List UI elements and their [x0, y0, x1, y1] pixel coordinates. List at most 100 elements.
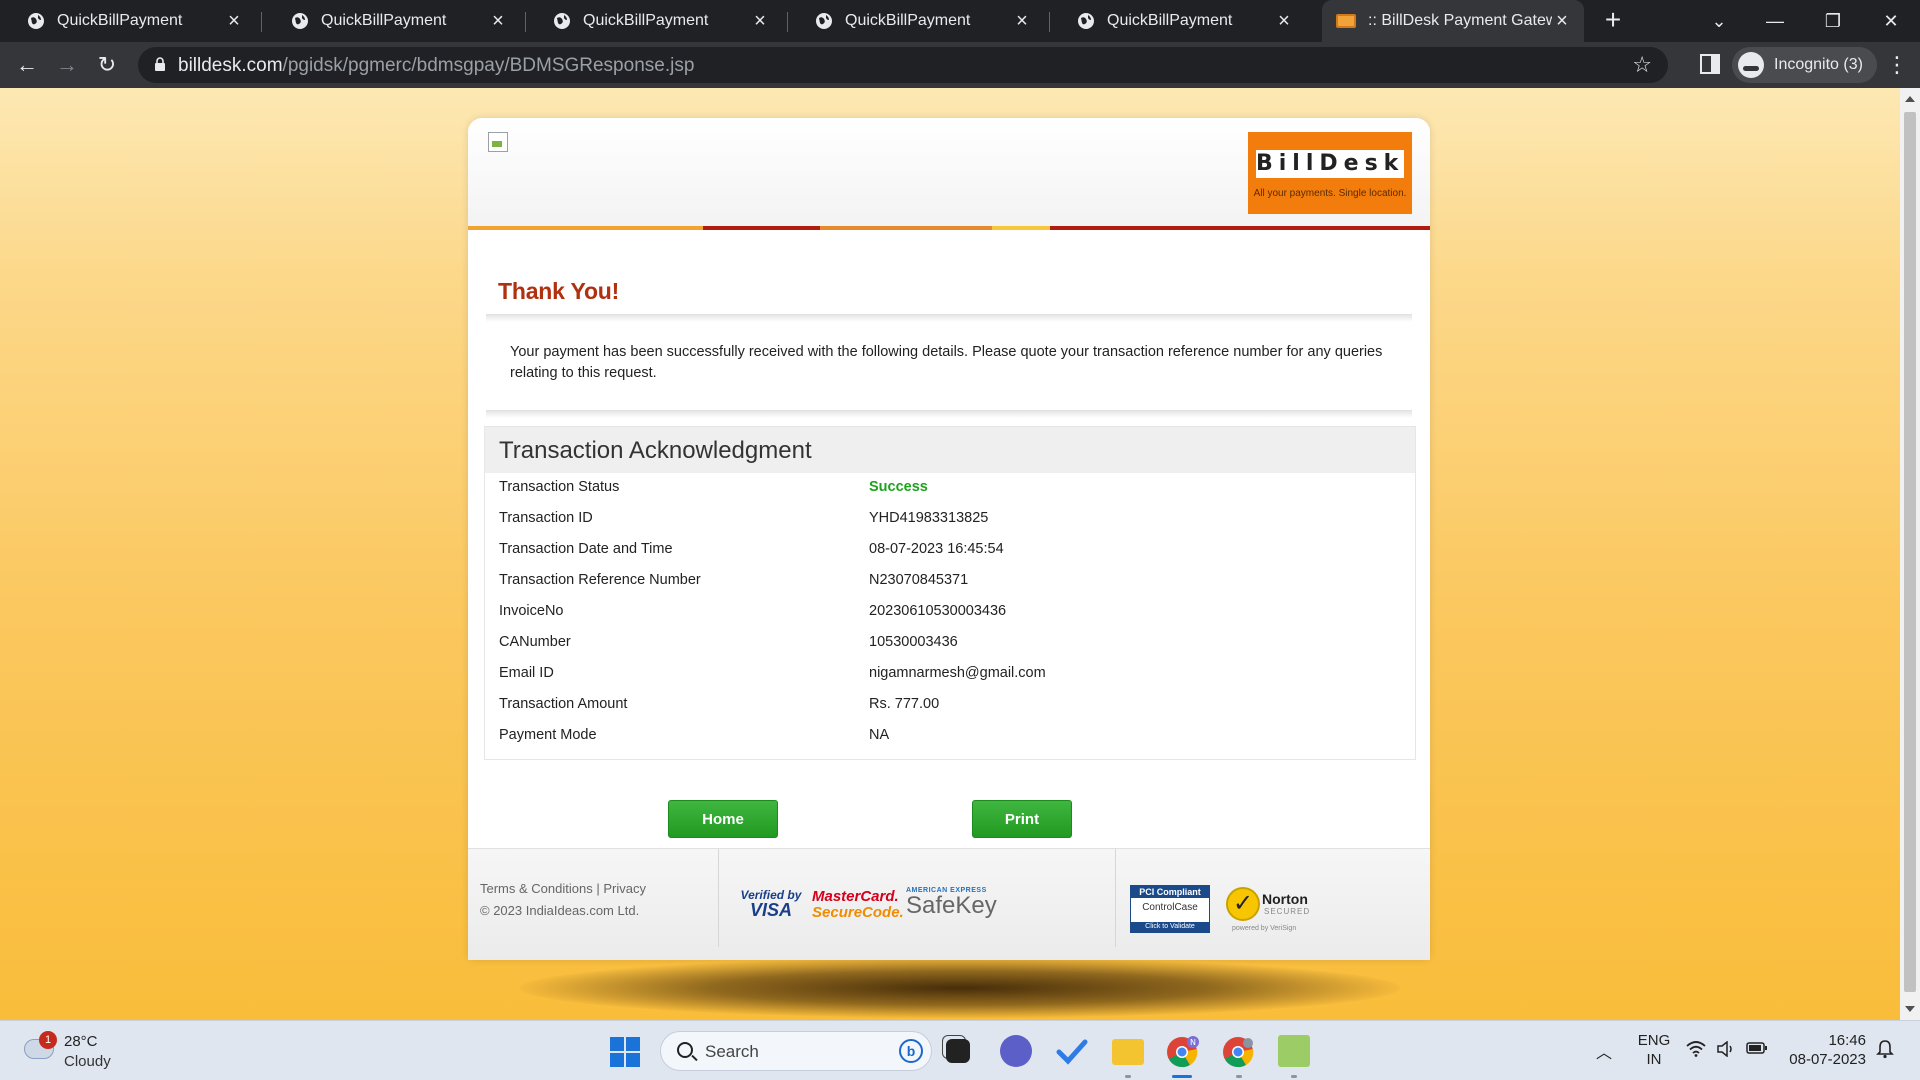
tab-title: QuickBillPayment [845, 12, 971, 29]
close-tab-icon[interactable]: × [750, 11, 770, 31]
print-button[interactable]: Print [972, 800, 1072, 838]
norton-secured-badge[interactable]: ✓ Norton SECURED powered by VeriSign [1226, 885, 1318, 935]
browser-menu-icon[interactable]: ⋮ [1886, 50, 1908, 80]
tab-title: QuickBillPayment [57, 12, 183, 29]
chrome-profile-icon[interactable]: N [1166, 1035, 1199, 1068]
close-tab-icon[interactable]: × [488, 11, 508, 31]
weather-badge: 1 [39, 1031, 57, 1049]
detail-value: 08-07-2023 16:45:54 [869, 541, 1004, 557]
detail-value: N23070845371 [869, 572, 969, 588]
weather-widget[interactable]: 1 28°C Cloudy [20, 1029, 130, 1073]
file-explorer-icon[interactable] [1112, 1039, 1144, 1065]
wifi-icon[interactable] [1686, 1041, 1706, 1062]
detail-label: Transaction Reference Number [499, 572, 701, 588]
search-label: Search [705, 1042, 759, 1061]
pci-mid-text: ControlCase [1142, 902, 1198, 913]
tab-quickbillpayment-5[interactable]: QuickBillPayment × [1050, 0, 1312, 42]
detail-value: Rs. 777.00 [869, 696, 940, 712]
globe-icon [1078, 13, 1094, 29]
scrollbar-thumb[interactable] [1904, 112, 1916, 992]
ack-header: Transaction Acknowledgment [485, 427, 1415, 473]
close-tab-icon[interactable]: × [1274, 11, 1294, 31]
close-tab-icon[interactable]: × [1012, 11, 1032, 31]
volume-icon[interactable] [1716, 1040, 1736, 1062]
header-stripe [468, 226, 1430, 230]
close-tab-icon[interactable]: × [224, 11, 244, 31]
scroll-up-arrow-icon[interactable] [1905, 96, 1915, 102]
detail-row-status: Transaction Status Success [499, 473, 1399, 503]
tab-title: QuickBillPayment [583, 12, 709, 29]
privacy-link[interactable]: Privacy [603, 881, 646, 896]
tab-title: QuickBillPayment [321, 12, 447, 29]
paint-app-icon[interactable] [1278, 1035, 1310, 1067]
globe-icon [28, 13, 44, 29]
divider [486, 410, 1412, 418]
tab-quickbillpayment-3[interactable]: QuickBillPayment × [526, 0, 788, 42]
side-panel-icon[interactable] [1700, 54, 1720, 74]
detail-row-invoice-no: InvoiceNo 20230610530003436 [499, 597, 1399, 627]
restore-icon[interactable]: ❐ [1818, 6, 1848, 36]
detail-row-date-time: Transaction Date and Time 08-07-2023 16:… [499, 535, 1399, 565]
minimize-icon[interactable]: — [1760, 6, 1790, 36]
tab-quickbillpayment-2[interactable]: QuickBillPayment × [264, 0, 526, 42]
mc-bottom-text: SecureCode. [812, 904, 904, 921]
detail-label: InvoiceNo [499, 603, 564, 619]
bing-icon[interactable]: b [899, 1039, 923, 1063]
copyright: © 2023 IndiaIdeas.com Ltd. [480, 903, 640, 918]
card-footer: Terms & Conditions | Privacy © 2023 Indi… [468, 848, 1430, 960]
clock-date: 08-07-2023 [1789, 1051, 1866, 1068]
bookmark-star-icon[interactable]: ☆ [1632, 52, 1652, 78]
detail-label: Payment Mode [499, 727, 597, 743]
detail-value: NA [869, 727, 890, 743]
tab-title: QuickBillPayment [1107, 12, 1233, 29]
detail-row-amount: Transaction Amount Rs. 777.00 [499, 690, 1399, 720]
new-tab-button[interactable]: + [1598, 6, 1628, 36]
reload-icon[interactable]: ↻ [92, 50, 122, 80]
back-arrow-icon[interactable]: ← [12, 50, 42, 80]
lang-top: ENG [1637, 1032, 1671, 1049]
amex-safekey-logo: AMERICAN EXPRESS SafeKey [906, 887, 997, 918]
url-domain: billdesk.com [178, 55, 283, 76]
incognito-icon [1738, 52, 1764, 78]
lang-bottom: IN [1646, 1051, 1662, 1068]
tab-billdesk-active[interactable]: :: BillDesk Payment Gateway :: × [1322, 0, 1584, 42]
close-tab-icon[interactable]: × [1552, 11, 1572, 31]
chrome-icon[interactable] [1222, 1035, 1254, 1068]
verified-by-visa-logo: Verified by VISA [738, 889, 804, 919]
card-header: BillDesk All your payments. Single locat… [468, 118, 1430, 230]
incognito-indicator[interactable]: Incognito (3) [1732, 47, 1877, 83]
detail-value: YHD41983313825 [869, 510, 989, 526]
page-scrollbar[interactable] [1900, 88, 1920, 1020]
show-hidden-icons-chevron-icon[interactable]: ︿ [1596, 1039, 1612, 1063]
terms-link[interactable]: Terms & Conditions [480, 881, 593, 896]
close-window-icon[interactable]: ✕ [1876, 6, 1906, 36]
tab-quickbillpayment-1[interactable]: QuickBillPayment × [0, 0, 262, 42]
incognito-label: Incognito (3) [1774, 56, 1863, 73]
address-bar[interactable]: billdesk.com/pgidsk/pgmerc/bdmsgpay/BDMS… [138, 47, 1668, 83]
battery-icon[interactable] [1746, 1041, 1768, 1060]
logo-name: BillDesk [1256, 150, 1405, 178]
system-clock[interactable]: 16:46 08-07-2023 [1786, 1031, 1866, 1069]
status-value: Success [869, 479, 928, 495]
svg-text:N: N [1190, 1038, 1196, 1047]
home-button[interactable]: Home [668, 800, 778, 838]
link-separator: | [596, 881, 600, 896]
task-view-icon[interactable] [946, 1039, 970, 1063]
billdesk-logo: BillDesk All your payments. Single locat… [1248, 132, 1412, 214]
card-shadow [520, 958, 1400, 1018]
page-title: Thank You! [498, 278, 620, 304]
globe-icon [816, 13, 832, 29]
scroll-down-arrow-icon[interactable] [1905, 1006, 1915, 1012]
tab-quickbillpayment-4[interactable]: QuickBillPayment × [788, 0, 1050, 42]
notification-bell-icon[interactable] [1876, 1039, 1894, 1059]
windows-start-icon[interactable] [610, 1037, 640, 1067]
taskbar-search[interactable]: Search b [660, 1031, 932, 1071]
detail-row-ca-number: CANumber 10530003436 [499, 628, 1399, 658]
forward-arrow-icon[interactable]: → [52, 50, 82, 80]
pci-compliant-badge[interactable]: PCI Compliant ControlCase Click to Valid… [1130, 885, 1210, 933]
language-indicator[interactable]: ENG IN [1636, 1031, 1672, 1069]
teams-chat-icon[interactable] [1000, 1035, 1032, 1067]
todo-check-icon[interactable] [1056, 1035, 1088, 1067]
tab-search-chevron-icon[interactable]: ⌄ [1704, 6, 1734, 36]
detail-row-transaction-id: Transaction ID YHD41983313825 [499, 504, 1399, 534]
